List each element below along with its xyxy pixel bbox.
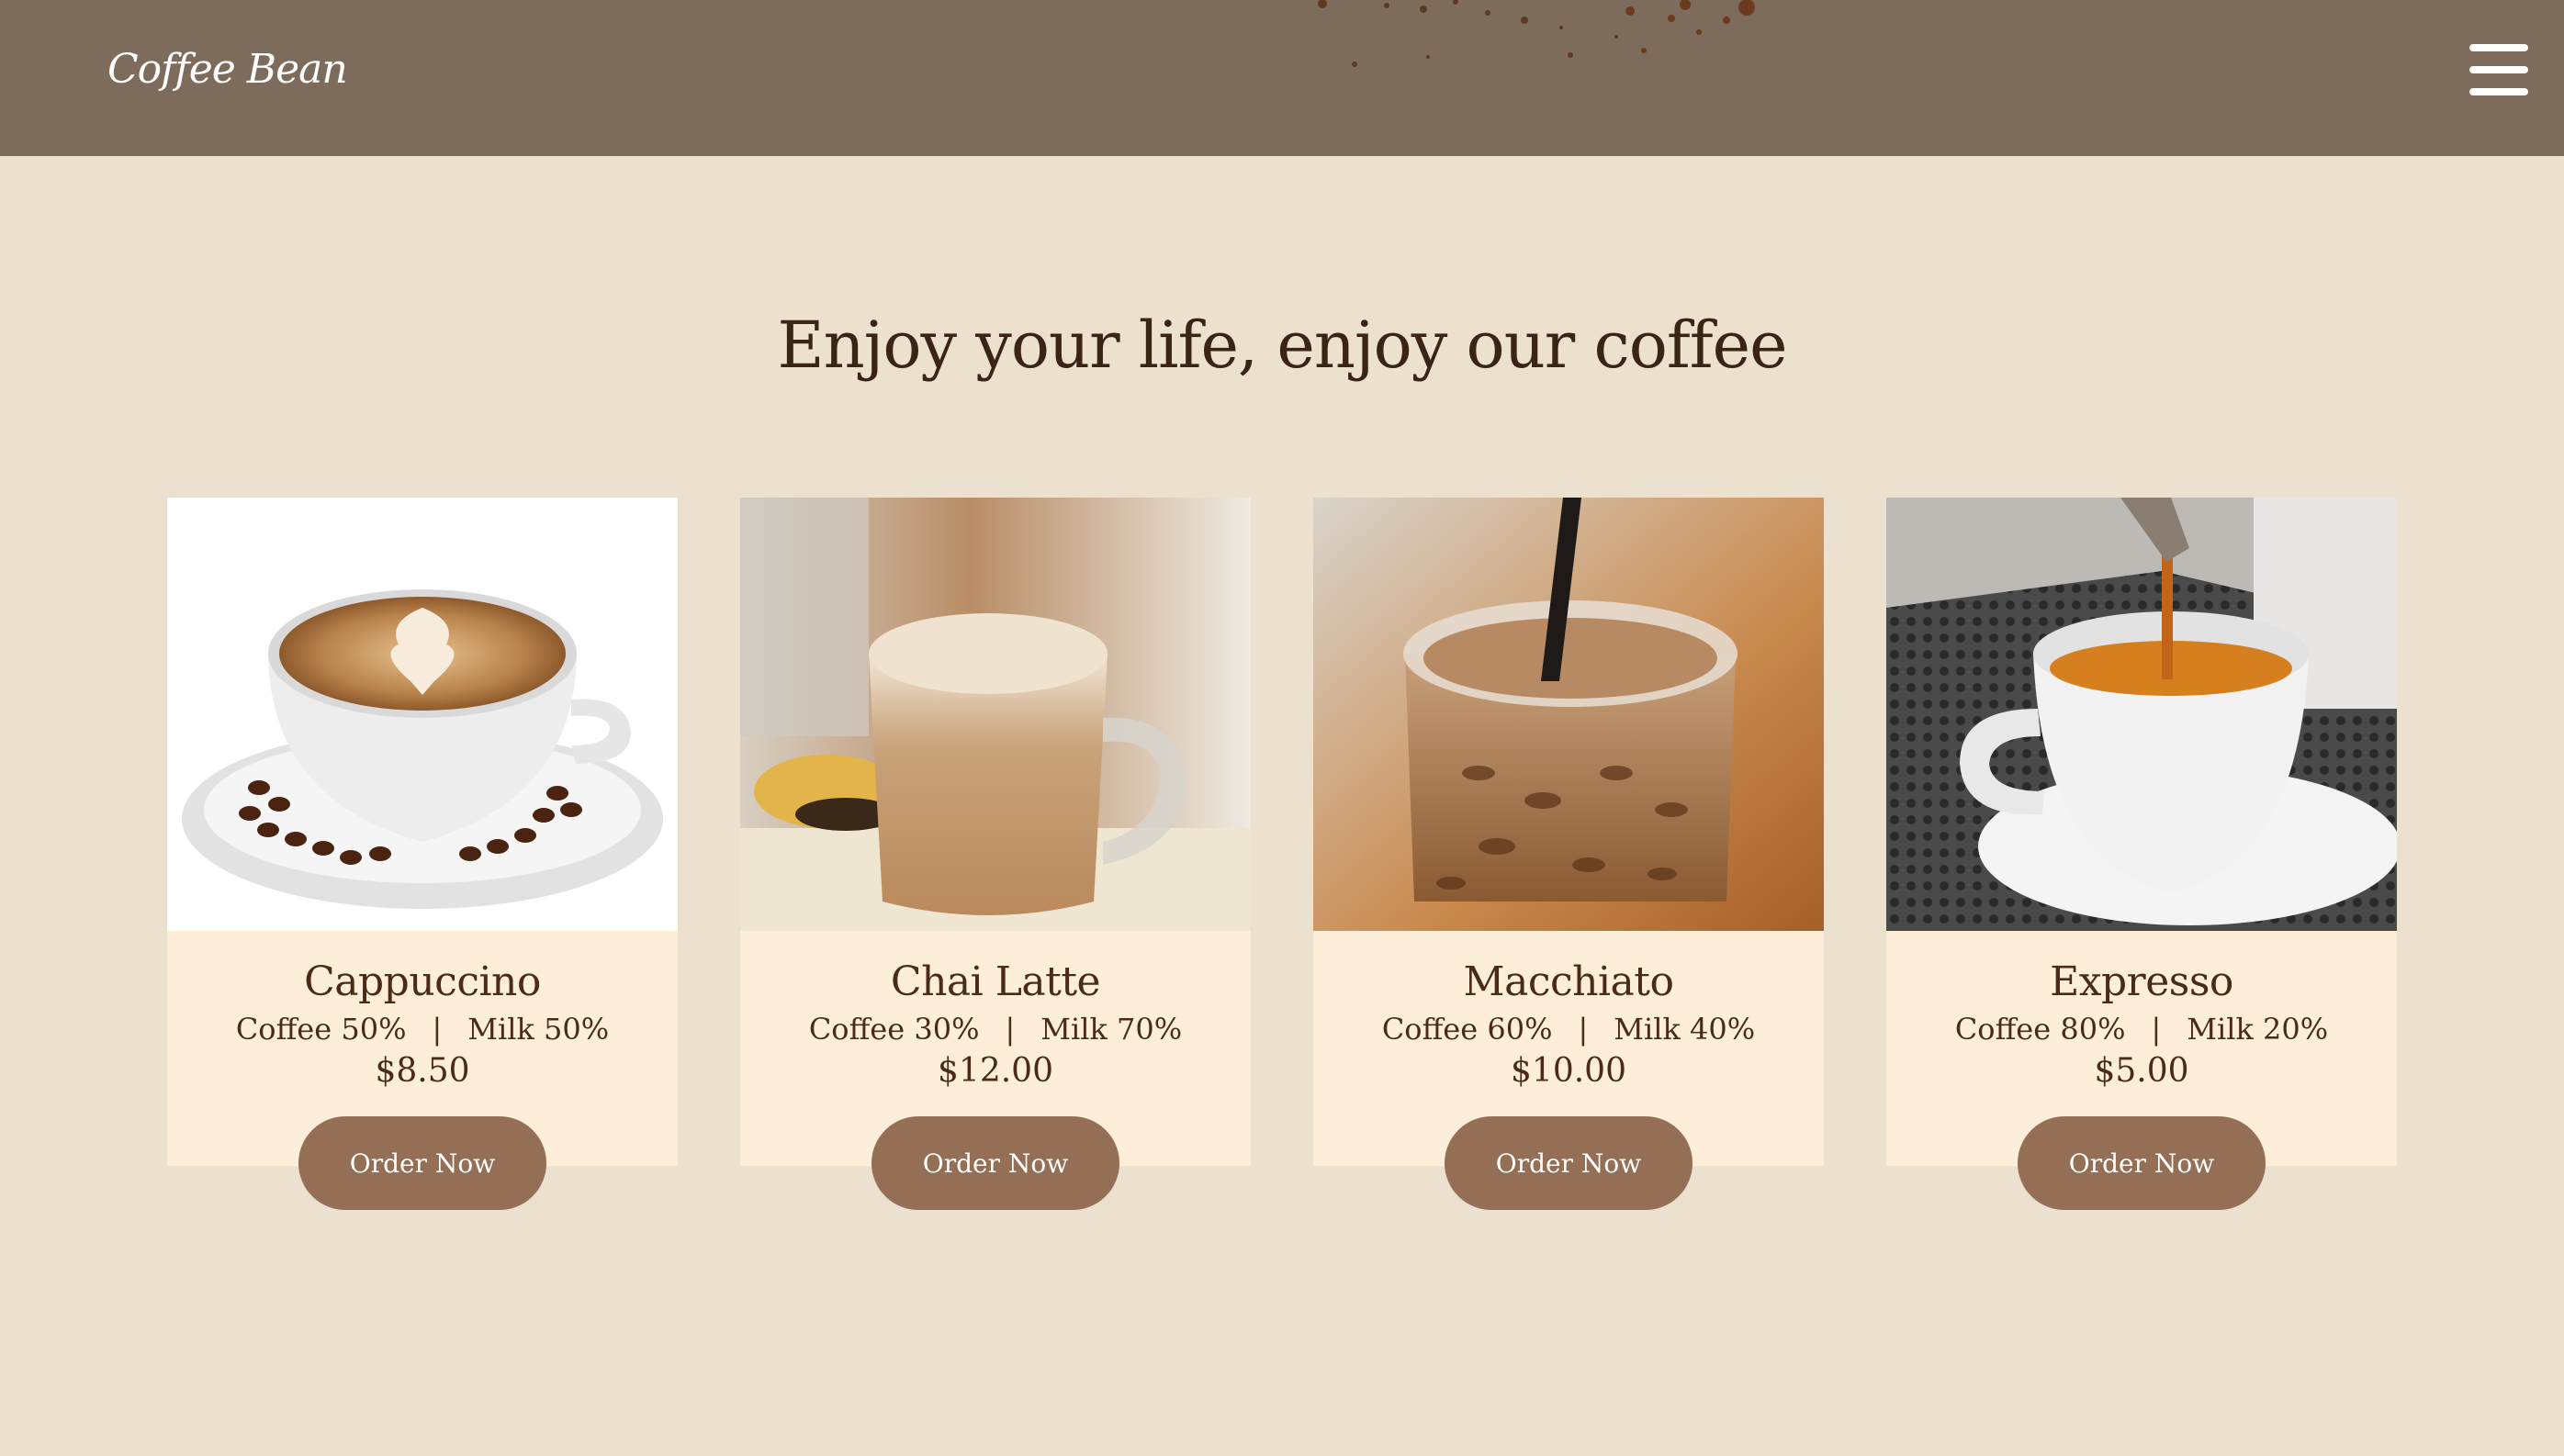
product-name: Chai Latte [890,958,1101,1005]
product-ratio: Coffee 60% | Milk 40% [1313,1012,1824,1047]
product-card: Expresso Coffee 80% | Milk 20% $5.00 Order… [1886,498,2397,1210]
coffee-splatter-decoration [1318,0,1755,67]
menu-bar [2469,44,2528,51]
product-ratio: Coffee 30% | Milk 70% [740,1012,1251,1047]
iced-macchiato-photo [1313,498,1824,931]
milk-ratio: Milk 70% [1040,1012,1183,1047]
menu-bar [2469,88,2528,95]
product-name: Macchiato [1463,958,1674,1005]
product-card: Macchiato Coffee 60% | Milk 40% $10.00 Ord… [1313,498,1824,1210]
product-name: Cappuccino [304,958,541,1005]
product-grid: Cappuccino Coffee 50% | Milk 50% $8.50 Ord… [167,498,2399,1214]
ratio-separator: | [1005,1012,1016,1047]
order-now-button[interactable]: Order Now [872,1116,1119,1210]
milk-ratio: Milk 40% [1614,1012,1756,1047]
product-card: Chai Latte Coffee 30% | Milk 70% $12.00 Or… [740,498,1251,1210]
menu-bar [2469,66,2528,73]
product-ratio: Coffee 80% | Milk 20% [1886,1012,2397,1047]
product-price: $10.00 [1511,1052,1626,1090]
brand-logo[interactable]: Coffee Bean [107,46,348,93]
cappuccino-photo [167,498,678,931]
order-now-button[interactable]: Order Now [2018,1116,2266,1210]
coffee-ratio: Coffee 50% [235,1012,407,1047]
product-price: $12.00 [938,1052,1053,1090]
chai-latte-photo [740,498,1251,931]
milk-ratio: Milk 20% [2187,1012,2329,1047]
milk-ratio: Milk 50% [467,1012,610,1047]
product-price: $8.50 [375,1052,470,1090]
site-header: Coffee Bean [0,0,2564,156]
hamburger-icon[interactable] [2469,44,2532,95]
ratio-separator: | [432,1012,443,1047]
product-name: Expresso [2050,958,2233,1005]
product-card: Cappuccino Coffee 50% | Milk 50% $8.50 Ord… [167,498,678,1210]
order-now-button[interactable]: Order Now [298,1116,546,1210]
espresso-photo [1886,498,2397,931]
coffee-ratio: Coffee 30% [808,1012,980,1047]
product-ratio: Coffee 50% | Milk 50% [167,1012,678,1047]
ratio-separator: | [1578,1012,1589,1047]
product-price: $5.00 [2094,1052,2189,1090]
coffee-ratio: Coffee 60% [1381,1012,1553,1047]
order-now-button[interactable]: Order Now [1445,1116,1692,1210]
ratio-separator: | [2151,1012,2162,1047]
coffee-ratio: Coffee 80% [1954,1012,2126,1047]
page-headline: Enjoy your life, enjoy our coffee [777,308,1787,383]
